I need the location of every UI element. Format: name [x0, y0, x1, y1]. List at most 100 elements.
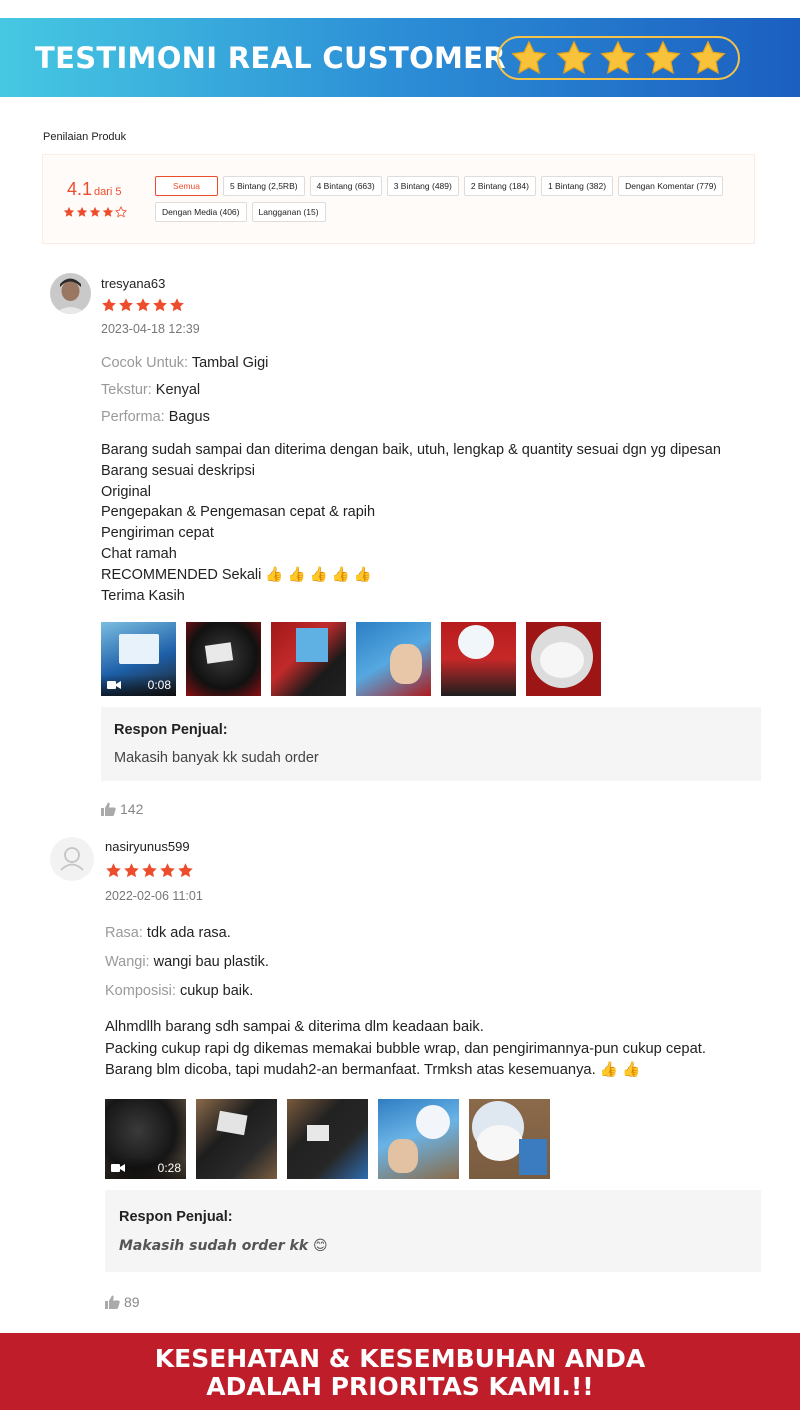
attribute-value: Bagus: [168, 409, 210, 425]
star-icon: [124, 863, 139, 878]
testimonial-banner: TESTIMONI REAL CUSTOMER: [0, 18, 800, 97]
review-text: Alhmdllh barang sdh sampai & diterima dl…: [105, 1017, 706, 1082]
star-icon: [511, 40, 548, 75]
review-line: Packing cukup rapi dg dikemas memakai bu…: [105, 1040, 706, 1057]
rating-panel: 4.1 dari 5 Semua 5 Bintang (2,5RB) 4 Bint…: [42, 154, 755, 244]
score-stars: [63, 206, 127, 218]
star-icon: [178, 863, 193, 878]
review-text: Barang sudah sampai dan diterima dengan …: [101, 440, 721, 606]
review-line: Barang blm dicoba, tapi mudah2-an berman…: [105, 1062, 641, 1078]
like-count: 142: [120, 801, 144, 817]
review-date: 2023-04-18 12:39: [101, 322, 200, 336]
review-photo[interactable]: [287, 1099, 368, 1179]
filter-all[interactable]: Semua: [155, 176, 218, 196]
review-video-thumbnail[interactable]: 0:28: [105, 1099, 186, 1179]
review-video-thumbnail[interactable]: 0:08: [101, 622, 176, 696]
review-photo[interactable]: [469, 1099, 550, 1179]
review-photo[interactable]: [186, 622, 261, 696]
star-icon: [102, 298, 116, 312]
footer-line: KESEHATAN & KESEMBUHAN ANDA: [154, 1344, 646, 1373]
filter-with-media[interactable]: Dengan Media (406): [155, 202, 247, 222]
like-button[interactable]: 142: [101, 801, 143, 817]
star-icon: [600, 40, 637, 75]
attribute-value: Tambal Gigi: [191, 355, 269, 371]
avatar[interactable]: [50, 837, 94, 881]
star-icon: [153, 298, 167, 312]
video-badge: 0:28: [105, 1157, 186, 1179]
rating-filters: Semua 5 Bintang (2,5RB) 4 Bintang (663) …: [155, 176, 745, 222]
seller-response-label: Respon Penjual:: [119, 1209, 233, 1225]
review-stars: [105, 862, 194, 879]
like-count: 89: [124, 1294, 140, 1310]
star-icon: [63, 206, 75, 217]
review-attribute: Rasa: tdk ada rasa.: [105, 925, 231, 941]
footer-banner: KESEHATAN & KESEMBUHAN ANDA ADALAH PRIOR…: [0, 1333, 800, 1410]
review-photo[interactable]: [356, 622, 431, 696]
seller-response-text: Makasih banyak kk sudah order: [114, 750, 319, 766]
star-icon: [160, 863, 175, 878]
star-outline-icon: [115, 206, 127, 218]
review-photo[interactable]: [441, 622, 516, 696]
review-photo[interactable]: [526, 622, 601, 696]
review-line: RECOMMENDED Sekali 👍 👍 👍 👍 👍: [101, 566, 372, 583]
filter-with-comment[interactable]: Dengan Komentar (779): [618, 176, 724, 196]
review-line: Barang sesuai deskripsi: [101, 462, 255, 479]
review-attribute: Performa: Bagus: [101, 409, 210, 425]
seller-response: Respon Penjual: Makasih banyak kk sudah …: [101, 707, 761, 781]
review-photo[interactable]: [271, 622, 346, 696]
thumbs-up-icon: [101, 802, 116, 816]
filter-subscription[interactable]: Langganan (15): [251, 202, 326, 222]
reviewer-name[interactable]: tresyana63: [101, 276, 165, 291]
avatar[interactable]: [50, 273, 91, 314]
review-media: 0:28: [105, 1099, 550, 1179]
star-icon: [556, 40, 592, 75]
review-attribute: Wangi: wangi bau plastik.: [105, 954, 269, 970]
score-out-of: dari 5: [94, 186, 122, 198]
filter-1-star[interactable]: 1 Bintang (382): [540, 176, 614, 196]
footer-line: ADALAH PRIORITAS KAMI.!!: [206, 1372, 594, 1401]
attribute-value: Kenyal: [155, 382, 201, 398]
review-photo[interactable]: [196, 1099, 277, 1179]
filter-4-star[interactable]: 4 Bintang (663): [309, 176, 382, 196]
review-line: Chat ramah: [101, 545, 177, 562]
filter-2-star[interactable]: 2 Bintang (184): [463, 176, 536, 196]
video-camera-icon: [111, 1164, 125, 1172]
review-attribute: Tekstur: Kenyal: [101, 382, 200, 398]
review-stars: [101, 297, 185, 313]
video-duration: 0:08: [147, 678, 171, 692]
filter-5-star[interactable]: 5 Bintang (2,5RB): [223, 176, 305, 196]
review-photo[interactable]: [378, 1099, 459, 1179]
star-icon: [106, 863, 121, 878]
review-date: 2022-02-06 11:01: [105, 889, 203, 903]
video-badge: 0:08: [101, 674, 176, 696]
star-icon: [689, 40, 726, 75]
attribute-key: Cocok Untuk:: [101, 355, 189, 371]
attribute-key: Rasa:: [105, 925, 143, 941]
attribute-key: Tekstur:: [101, 382, 152, 398]
reviewer-name[interactable]: nasiryunus599: [105, 839, 190, 854]
rating-heading: Penilaian Produk: [43, 131, 127, 143]
star-icon: [136, 298, 150, 312]
star-icon: [119, 298, 133, 312]
video-camera-icon: [107, 681, 121, 689]
attribute-value: wangi bau plastik.: [153, 954, 269, 970]
review-media: 0:08: [101, 622, 601, 696]
seller-response: Respon Penjual: Makasih sudah order kk 😊: [105, 1190, 761, 1272]
review-attribute: Komposisi: cukup baik.: [105, 983, 253, 999]
attribute-key: Komposisi:: [105, 983, 176, 999]
attribute-key: Wangi:: [105, 954, 150, 970]
star-icon: [142, 863, 157, 878]
star-icon: [89, 206, 101, 217]
filter-3-star[interactable]: 3 Bintang (489): [386, 176, 459, 196]
star-icon: [170, 298, 184, 312]
like-button[interactable]: 89: [105, 1294, 140, 1310]
star-icon: [76, 206, 88, 217]
star-icon: [645, 40, 681, 75]
seller-response-label: Respon Penjual:: [114, 722, 228, 738]
attribute-value: tdk ada rasa.: [146, 925, 231, 941]
thumbs-up-icon: [105, 1295, 120, 1309]
review-line: Terima Kasih: [101, 587, 185, 604]
star-icon: [102, 206, 114, 217]
banner-title: TESTIMONI REAL CUSTOMER: [35, 40, 506, 75]
review-line: Pengiriman cepat: [101, 525, 214, 542]
